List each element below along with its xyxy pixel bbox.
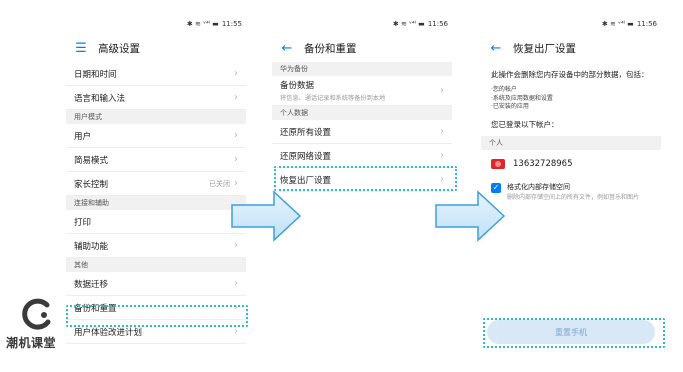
settings-item-label: 备份数据 (280, 81, 315, 91)
settings-item-simple-mode[interactable]: 简易模式 › (66, 148, 246, 172)
page-title: 恢复出厂设置 (513, 42, 576, 55)
settings-item-date-time[interactable]: 日期和时间 › (66, 62, 246, 86)
settings-item-reset-network[interactable]: 还原网络设置 › (272, 144, 452, 168)
settings-item-subtitle: 将信息、通话记录和系统等备份到本地 (280, 95, 386, 102)
settings-item-label: 用户 (74, 131, 92, 142)
menu-icon[interactable]: ☰ (74, 42, 88, 55)
bullet-item: ·您的帐户 (491, 86, 517, 94)
reset-bullet-list: ·您的帐户 ·系统及应用数据和设置 ·已安装的应用 (481, 82, 661, 111)
settings-item-label: 日期和时间 (74, 69, 117, 80)
section-header-personal: 个人 (481, 136, 661, 151)
section-header-personal-data: 个人数据 (272, 106, 452, 120)
page-title: 备份和重置 (304, 42, 357, 55)
format-storage-text: 格式化内部存储空间 删除内部存储空间上的所有文件，例如音乐和图片 (507, 182, 639, 202)
settings-item-label: 简易模式 (74, 155, 109, 166)
bullet-item: ·系统及应用数据和设置 (491, 94, 553, 102)
settings-item-backup-data[interactable]: 备份数据 将信息、通话记录和系统等备份到本地 › (272, 76, 452, 106)
settings-item-label: 用户体验改进计划 (74, 327, 143, 338)
chevron-right-icon: › (440, 126, 444, 137)
format-storage-option[interactable]: ✓ 格式化内部存储空间 删除内部存储空间上的所有文件，例如音乐和图片 (481, 178, 661, 206)
settings-item-language[interactable]: 语言和输入法 › (66, 86, 246, 110)
screen-advanced-settings: ✱ ≋ ᵛ⁴ˡ ▬ 11:55 ☰ 高级设置 日期和时间 › 语言和输入法 › 用户… (66, 14, 246, 354)
status-icons: ✱ ≋ ᵛ⁴ˡ ▬ (186, 20, 219, 28)
status-bar: ✱ ≋ ᵛ⁴ˡ ▬ 11:55 (66, 14, 246, 34)
chevron-right-icon: › (234, 178, 238, 189)
reset-description: 此操作会删除您内存设备中的部分数据，包括： (491, 70, 649, 79)
chevron-right-icon: › (234, 68, 238, 79)
settings-item-users[interactable]: 用户 › (66, 124, 246, 148)
settings-item-label: 还原所有设置 (280, 127, 332, 138)
settings-item-data-migration[interactable]: 数据迁移 › (66, 272, 246, 296)
settings-item-label: 还原网络设置 (280, 151, 332, 162)
format-storage-subtitle: 删除内部存储空间上的所有文件，例如音乐和图片 (507, 194, 640, 202)
settings-item-label: 语言和输入法 (74, 93, 126, 104)
back-arrow-icon[interactable]: ← (489, 42, 503, 55)
arrow-right-icon (435, 190, 506, 242)
brand-logo: 潮机课堂 (4, 296, 66, 356)
status-time: 11:56 (636, 20, 657, 28)
bullet-item: ·已安装的应用 (491, 102, 529, 110)
section-header-other: 其他 (66, 258, 246, 272)
chevron-right-icon: › (440, 150, 444, 161)
highlight-backup-reset (66, 305, 248, 327)
logged-in-label: 您已登录以下帐户： (491, 120, 559, 130)
huawei-account-icon (491, 159, 505, 170)
settings-item-label: 辅助功能 (74, 241, 109, 252)
settings-item-reset-all-settings[interactable]: 还原所有设置 › (272, 120, 452, 144)
status-time: 11:56 (427, 20, 448, 28)
account-row: 13632728965 (481, 150, 661, 178)
brand-logo-mark (22, 298, 51, 330)
chevron-right-icon: › (234, 92, 238, 103)
title-bar: ☰ 高级设置 (66, 34, 246, 62)
settings-item-accessibility[interactable]: 辅助功能 › (66, 234, 246, 258)
chevron-right-icon: › (234, 130, 238, 141)
account-number: 13632728965 (513, 159, 573, 170)
page-title: 高级设置 (98, 42, 140, 55)
status-icons: ✱ ≋ ᵛ⁴ˡ ▬ (392, 20, 425, 28)
chevron-right-icon: › (234, 326, 238, 337)
chevron-right-icon: › (440, 85, 444, 96)
settings-item-label: 家长控制 (74, 179, 109, 190)
settings-item-print[interactable]: 打印› (66, 210, 246, 234)
chevron-right-icon: › (234, 154, 238, 165)
status-bar: ✱ ≋ ᵛ⁴ˡ ▬ 11:56 (481, 14, 661, 34)
settings-item-label: 数据迁移 (74, 279, 109, 290)
section-header-user-mode: 用户模式 (66, 110, 246, 124)
settings-item-parental-control[interactable]: 家长控制 已关闭 › (66, 172, 246, 196)
arrow-right-icon (231, 190, 302, 242)
highlight-factory-reset (274, 166, 457, 191)
section-header-huawei-backup: 华为备份 (272, 62, 452, 76)
settings-item-label: 打印 (74, 217, 92, 228)
status-icons: ✱ ≋ ᵛ⁴ˡ ▬ (601, 20, 634, 28)
status-time: 11:55 (221, 20, 242, 28)
back-arrow-icon[interactable]: ← (280, 42, 294, 55)
chevron-right-icon: › (234, 278, 238, 289)
status-value: 已关闭 (209, 179, 230, 188)
highlight-reset-button (483, 318, 665, 348)
format-storage-title: 格式化内部存储空间 (507, 183, 570, 192)
screen-factory-reset: ✱ ≋ ᵛ⁴ˡ ▬ 11:56 ← 恢复出厂设置 此操作会删除您内存设备中的部分… (481, 14, 661, 354)
section-header-connect-assist: 连接和辅助 (66, 196, 246, 210)
brand-logo-text: 潮机课堂 (6, 336, 57, 350)
title-bar: ← 恢复出厂设置 (481, 34, 661, 62)
status-bar: ✱ ≋ ᵛ⁴ˡ ▬ 11:56 (272, 14, 452, 34)
title-bar: ← 备份和重置 (272, 34, 452, 62)
